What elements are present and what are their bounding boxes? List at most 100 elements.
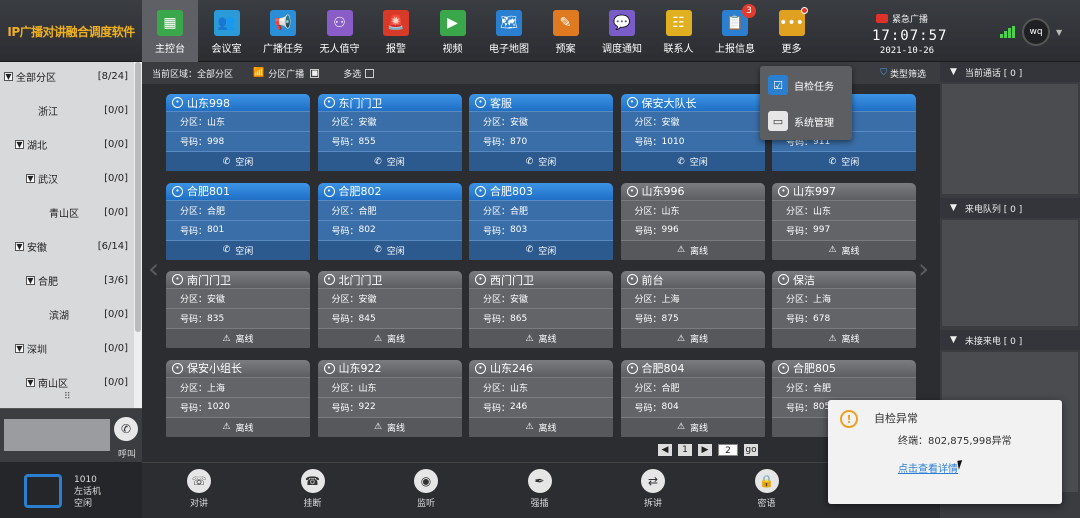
terminal-card[interactable]: • 合肥803 分区： 合肥 号码： 803 ✆ 空闲 <box>469 182 613 263</box>
terminal-type-icon: • <box>323 362 335 374</box>
terminal-card[interactable]: • 保安小组长 分区： 上海 号码： 1020 ⚠ 离线 <box>166 359 310 440</box>
nav-map[interactable]: 🗺 电子地图 <box>481 0 537 62</box>
menu-item[interactable]: ☑ 自检任务 <box>768 72 848 98</box>
tree-expand-toggle[interactable]: ▼ <box>26 377 35 387</box>
tree-node[interactable]: ▼ 安徽 [6/14] <box>0 236 134 256</box>
nav-more[interactable]: ••• 更多 <box>764 0 820 62</box>
tree-node[interactable]: 青山区 [0/0] <box>0 202 134 222</box>
nav-dispatch[interactable]: 💬 调度通知 <box>594 0 650 62</box>
terminal-card[interactable]: • 山东997 分区： 山东 号码： 997 ⚠ 离线 <box>772 182 916 263</box>
intercom-button[interactable]: ☏ 对讲 <box>174 469 224 509</box>
zone-label: 分区： <box>331 383 359 394</box>
terminal-card[interactable]: • 合肥802 分区： 合肥 号码： 802 ✆ 空闲 <box>317 182 462 263</box>
nav-report[interactable]: 📋 3 上报信息 <box>707 0 763 62</box>
terminal-card[interactable]: • 东门门卫 分区： 安徽 号码： 855 ✆ 空闲 <box>317 94 462 174</box>
call-button[interactable]: ✆ <box>114 417 138 441</box>
tree-expand-toggle[interactable]: ▼ <box>15 139 24 149</box>
split-button[interactable]: ⇄ 拆讲 <box>628 469 678 509</box>
tree-expand-toggle[interactable]: ▼ <box>15 241 24 251</box>
current-call-label: 当前通话 [ 0 ] <box>964 68 1023 79</box>
alert-detail-link[interactable]: 点击查看详情 <box>898 460 958 475</box>
listen-button[interactable]: ◉ 监听 <box>401 469 451 509</box>
missed-calls-label: 未接来电 [ 0 ] <box>964 336 1023 347</box>
pager-prev-button[interactable]: ◀ <box>658 444 672 456</box>
tree-node-count: [0/0] <box>104 138 128 150</box>
terminal-card[interactable]: • 山东996 分区： 山东 号码： 996 ⚠ 离线 <box>620 182 765 263</box>
nav-contacts[interactable]: ☷ 联系人 <box>651 0 707 62</box>
terminal-card[interactable]: • 北门门卫 分区： 安徽 号码： 845 ⚠ 离线 <box>317 271 462 351</box>
zone-broadcast-toggle[interactable]: ■ <box>310 68 320 78</box>
tree-node[interactable]: ▼ 武汉 [0/0] <box>0 168 134 188</box>
incoming-queue-header[interactable]: ▼ 来电队列 [ 0 ] <box>940 198 1080 218</box>
tree-node[interactable]: ▼ 湖北 [0/0] <box>0 134 134 154</box>
self-check-alert: ! 自检异常 终端：802,875,998异常 点击查看详情 <box>828 400 1062 504</box>
tree-node[interactable]: ▼ 深圳 [0/0] <box>0 338 134 358</box>
tree-expand-toggle[interactable]: ▼ <box>15 343 24 353</box>
emergency-broadcast-button[interactable]: 紧急广播 <box>876 12 928 25</box>
type-filter-button[interactable]: ⛉ 类型筛选 <box>880 67 926 80</box>
terminal-card[interactable]: • 山东922 分区： 山东 号码： 922 ⚠ 离线 <box>317 359 462 440</box>
tree-node[interactable]: ▼ 全部分区 [8/24] <box>0 66 134 86</box>
nav-broadcast[interactable]: 📢 广播任务 <box>255 0 311 62</box>
barge-button[interactable]: ✒ 强插 <box>515 469 565 509</box>
notification-dot <box>800 7 808 14</box>
terminal-card[interactable]: • 山东998 分区： 山东 号码： 998 ✆ 空闲 <box>166 94 310 174</box>
resize-grip-icon[interactable]: ⠿ <box>64 392 71 402</box>
zone-broadcast-label[interactable]: 分区广播 <box>268 67 304 80</box>
tree-expand-toggle[interactable]: ▼ <box>26 275 35 285</box>
terminal-card[interactable]: • 山东246 分区： 山东 号码： 246 ⚠ 离线 <box>469 359 613 440</box>
terminal-card[interactable]: • 南门门卫 分区： 安徽 号码： 835 ⚠ 离线 <box>166 271 310 351</box>
tree-node-count: [0/0] <box>104 206 128 218</box>
notification-badge: 3 <box>742 4 756 18</box>
tree-node[interactable]: ▼ 合肥 [3/6] <box>0 270 134 290</box>
call-number-input[interactable] <box>4 419 110 451</box>
terminal-card[interactable]: • 前台 分区： 上海 号码： 875 ⚠ 离线 <box>620 271 765 351</box>
tree-node-label: 合肥 <box>38 276 58 288</box>
tree-node[interactable]: 滨湖 [0/0] <box>0 304 134 324</box>
tree-node[interactable]: 浙江 [0/0] <box>0 100 134 120</box>
tree-node[interactable]: ▼ 南山区 [0/0] <box>0 372 134 392</box>
user-avatar[interactable]: wq <box>1022 18 1050 46</box>
tree-expand-toggle[interactable]: ▼ <box>4 71 13 81</box>
nav-plan[interactable]: ✎ 预案 <box>538 0 594 62</box>
hangup-button[interactable]: ☎ 挂断 <box>288 469 338 509</box>
terminal-number: 1010 <box>661 136 685 147</box>
terminal-type-icon: • <box>172 185 183 197</box>
terminal-card[interactable]: • 保洁 分区： 上海 号码： 678 ⚠ 离线 <box>772 271 916 351</box>
pager-current-page[interactable]: 1 <box>678 444 692 456</box>
menu-item[interactable]: ▭ 系统管理 <box>768 108 848 134</box>
nav-unattended[interactable]: ⚇ 无人值守 <box>312 0 368 62</box>
pager-next-button[interactable]: ▶ <box>698 444 712 456</box>
tree-scrollbar[interactable] <box>134 62 142 408</box>
terminal-number: 922 <box>358 402 376 412</box>
lock-button[interactable]: 🔒 密语 <box>742 469 792 509</box>
chevron-down-icon[interactable]: ▼ <box>1056 28 1062 37</box>
terminal-card[interactable]: • 保安大队长 分区： 安徽 号码： 1010 ✆ 空闲 <box>620 94 765 174</box>
missed-calls-header[interactable]: ▼ 未接来电 [ 0 ] <box>940 330 1080 350</box>
nav-alarm[interactable]: 🚨 报警 <box>368 0 424 62</box>
previous-page-arrow[interactable]: ‹ <box>148 252 159 285</box>
terminal-card[interactable]: • 合肥804 分区： 合肥 号码： 804 ⚠ 离线 <box>620 359 765 440</box>
phone-status-panel: 1010 左话机 空闲 <box>0 462 142 518</box>
next-page-arrow[interactable]: › <box>918 252 929 285</box>
nav-video[interactable]: ▶ 视频 <box>425 0 481 62</box>
terminal-status: 空闲 <box>689 158 708 168</box>
terminal-number: 804 <box>661 402 679 412</box>
terminal-card[interactable]: • 客服 分区： 安徽 号码： 870 ✆ 空闲 <box>469 94 613 174</box>
phone-icon: ✆ <box>828 156 837 167</box>
scroll-thumb[interactable] <box>135 62 141 332</box>
terminal-card[interactable]: • 西门门卫 分区： 安徽 号码： 865 ⚠ 离线 <box>469 271 613 351</box>
tree-expand-toggle[interactable]: ▼ <box>26 173 35 183</box>
nav-main[interactable]: ▦ 主控台 <box>142 0 198 62</box>
current-call-header[interactable]: ▼ 当前通话 [ 0 ] <box>940 62 1080 82</box>
pager-go-button[interactable]: go <box>744 444 758 456</box>
terminal-name: 西门门卫 <box>490 273 534 287</box>
pager-page-input[interactable]: 2 <box>718 444 738 456</box>
terminal-card[interactable]: • 合肥801 分区： 合肥 号码： 801 ✆ 空闲 <box>166 182 310 263</box>
nav-label: 更多 <box>781 44 802 55</box>
terminal-type-icon: • <box>778 362 789 374</box>
nav-meeting[interactable]: 👥 会议室 <box>199 0 255 62</box>
nav-label: 报警 <box>386 44 406 55</box>
zone-broadcast-icon: 📶 <box>253 68 265 78</box>
multi-select-checkbox[interactable] <box>365 68 375 78</box>
